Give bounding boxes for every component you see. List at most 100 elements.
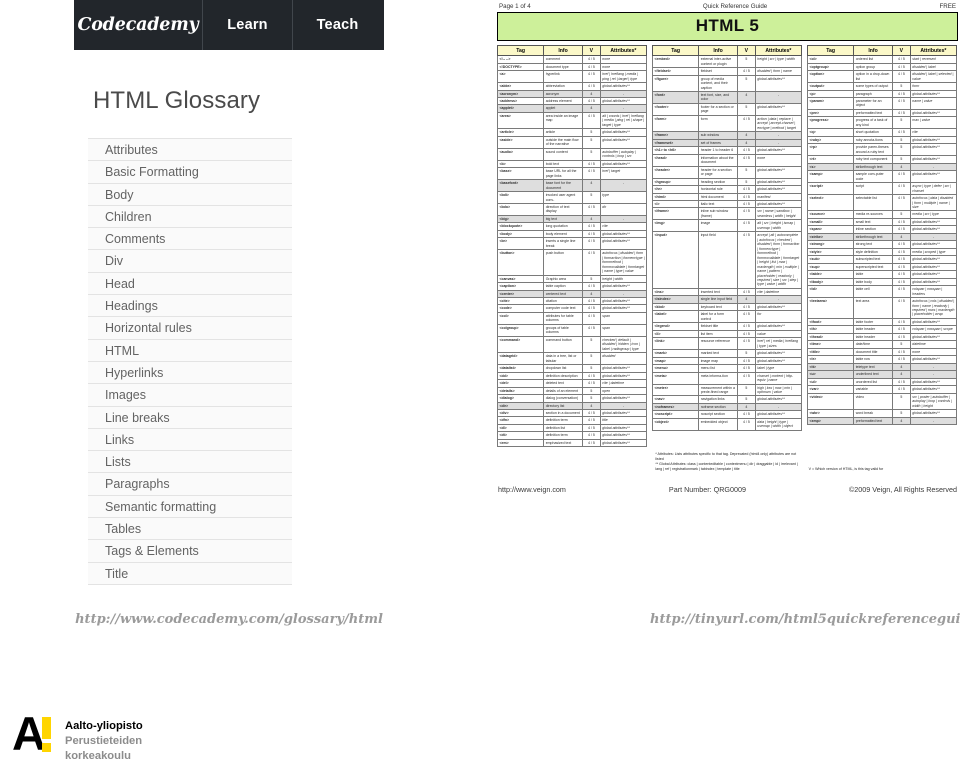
table-row: <th> table header 4 / 5 colspan | rowspan |… xyxy=(806,325,958,334)
attributes-cell: async | type | defer | src | charset xyxy=(909,182,958,196)
quickref-notes: * Attributes: Lists attributes specific … xyxy=(497,452,958,471)
aalto-exclamation-bar xyxy=(42,717,51,739)
version-cell: 4 / 5 xyxy=(581,416,601,425)
version-cell: 4 / 5 xyxy=(891,182,911,196)
table-row: <tbody> table body 4 / 5 global attributes*… xyxy=(806,277,958,287)
attributes-cell: global attributes** xyxy=(909,408,958,418)
tag-cell: <input> xyxy=(651,231,700,289)
table-row: <table> table 4 / 5 global attributes** xyxy=(806,270,958,279)
tag-cell: <address> xyxy=(496,96,545,106)
glossary-list-item[interactable]: Lists xyxy=(88,451,292,474)
tag-cell: <optgroup> xyxy=(806,62,855,72)
attributes-cell: global attributes** xyxy=(599,423,648,433)
tag-cell: <bdi> xyxy=(496,191,545,204)
info-cell: footer for a section or page xyxy=(698,102,738,116)
version-cell: 4 / 5 xyxy=(581,249,601,276)
tag-cell: <hgroup> xyxy=(651,177,700,187)
version-cell: 4 / 5 xyxy=(736,207,756,221)
codecademy-logo[interactable]: Codecademy xyxy=(74,0,203,50)
tag-cell: <datalist> xyxy=(496,364,545,373)
info-cell: inserted text xyxy=(698,287,738,297)
version-cell: 4 / 5 xyxy=(891,170,911,184)
info-cell: input field xyxy=(698,231,738,289)
glossary-list-item[interactable]: Tables xyxy=(88,518,292,541)
version-cell: 4 / 5 xyxy=(736,287,756,297)
version-cell: 4 / 5 xyxy=(581,229,601,239)
glossary-list-item[interactable]: Attributes xyxy=(88,139,292,162)
tag-cell: <noframes> xyxy=(651,402,700,412)
table-row: <dir> directory list 4- xyxy=(496,401,648,411)
info-cell: html document xyxy=(698,192,738,202)
info-cell: base font for the document xyxy=(543,179,583,193)
glossary-list-item[interactable]: Horizontal rules xyxy=(88,317,292,340)
version-cell: 4 / 5 xyxy=(891,194,911,212)
glossary-list-item[interactable]: Paragraphs xyxy=(88,473,292,496)
attributes-cell: href | rel | media | hreflang | type | s… xyxy=(754,337,803,351)
glossary-list-item[interactable]: Title xyxy=(88,563,292,585)
info-cell: teletype text xyxy=(853,362,893,372)
glossary-list-item[interactable]: Comments xyxy=(88,228,292,251)
table-row: <cite> citation 4 / 5 global attributes** xyxy=(496,296,648,306)
version-cell: 4 xyxy=(581,104,601,113)
aalto-exclamation-dot xyxy=(42,743,51,752)
tag-cell: <small> xyxy=(806,217,855,227)
glossary-list-item[interactable]: Links xyxy=(88,429,292,452)
glossary-list: Attributes Basic Formatting Body Children Co… xyxy=(88,138,292,585)
info-cell: list item xyxy=(698,329,738,339)
table-row: <body> body element 4 / 5 global attributes… xyxy=(496,229,648,239)
attributes-cell: global attributes** xyxy=(909,108,958,118)
glossary-list-item[interactable]: HTML xyxy=(88,340,292,362)
version-cell: 5 xyxy=(736,165,756,179)
tag-cell: <basefont> xyxy=(496,179,545,193)
info-cell: applet xyxy=(543,104,583,113)
table-row: <q> short quotation 4 / 5 cite xyxy=(806,128,958,137)
glossary-list-item[interactable]: Div xyxy=(88,250,292,273)
glossary-list-item[interactable]: Head xyxy=(88,273,292,296)
glossary-list-item[interactable]: Headings xyxy=(88,295,292,318)
attributes-cell: - xyxy=(599,214,648,224)
table-row: <header> header for a section or page 5 glo… xyxy=(651,165,803,179)
table-row: <u> underlined text 4- xyxy=(806,370,958,379)
tag-cell: <isindex> xyxy=(651,295,700,304)
glossary-list-item[interactable]: Line breaks xyxy=(88,407,292,429)
attributes-cell: high | low | max | min | optimum | value xyxy=(754,383,803,397)
glossary-list-item[interactable]: Body xyxy=(88,184,292,206)
glossary-list-item[interactable]: Tags & Elements xyxy=(88,540,292,563)
attributes-cell: autofocus | cols | disabled | form | nam… xyxy=(909,297,958,319)
info-cell: video xyxy=(853,392,893,411)
glossary-list-item[interactable]: Images xyxy=(88,384,292,407)
info-cell: text area xyxy=(853,297,893,319)
tag-cell: <dt> xyxy=(496,431,545,440)
glossary-list-item[interactable]: Children xyxy=(88,206,292,229)
footer-website[interactable]: http://www.veign.com xyxy=(498,485,566,494)
table-row: <div> section in a document 4 / 5 global at… xyxy=(496,408,648,418)
tag-cell: <th> xyxy=(806,325,855,334)
table-row: <applet> applet 4- xyxy=(496,104,648,113)
version-cell: 4 xyxy=(581,289,601,299)
info-cell: single line input field xyxy=(698,295,738,304)
tag-cell: <b> xyxy=(496,159,545,169)
tag-cell: <footer> xyxy=(651,102,700,116)
version-cell: 4 / 5 xyxy=(891,247,911,257)
info-cell: noscript section xyxy=(698,410,738,419)
table-row: <big> big text 4- xyxy=(496,214,648,224)
info-cell: progress of a task of any kind xyxy=(853,116,893,130)
glossary-list-item[interactable]: Basic Formatting xyxy=(88,161,292,184)
version-cell: 5 xyxy=(736,74,756,93)
attributes-cell: global attributes** xyxy=(909,143,958,157)
glossary-list-item[interactable]: Semantic formatting xyxy=(88,496,292,519)
info-cell: acronym xyxy=(543,89,583,99)
version-cell: 4 / 5 xyxy=(736,417,756,431)
table-row: <code> computer code text 4 / 5 global attr… xyxy=(496,304,648,313)
info-cell: navigation links xyxy=(698,395,738,404)
tag-cell: <thead> xyxy=(806,332,855,342)
tag-cell: <var> xyxy=(806,385,855,394)
version-cell: 4 / 5 xyxy=(891,270,911,279)
nav-link-learn[interactable]: Learn xyxy=(203,0,293,50)
tag-cell: <tr> xyxy=(806,355,855,364)
quickref-kicker: Quick Reference Guide xyxy=(702,3,768,10)
glossary-list-item[interactable]: Hyperlinks xyxy=(88,362,292,385)
tag-cell: <time> xyxy=(806,340,855,349)
attributes-cell: global attributes** xyxy=(599,371,648,381)
nav-link-teach[interactable]: Teach xyxy=(293,0,382,50)
